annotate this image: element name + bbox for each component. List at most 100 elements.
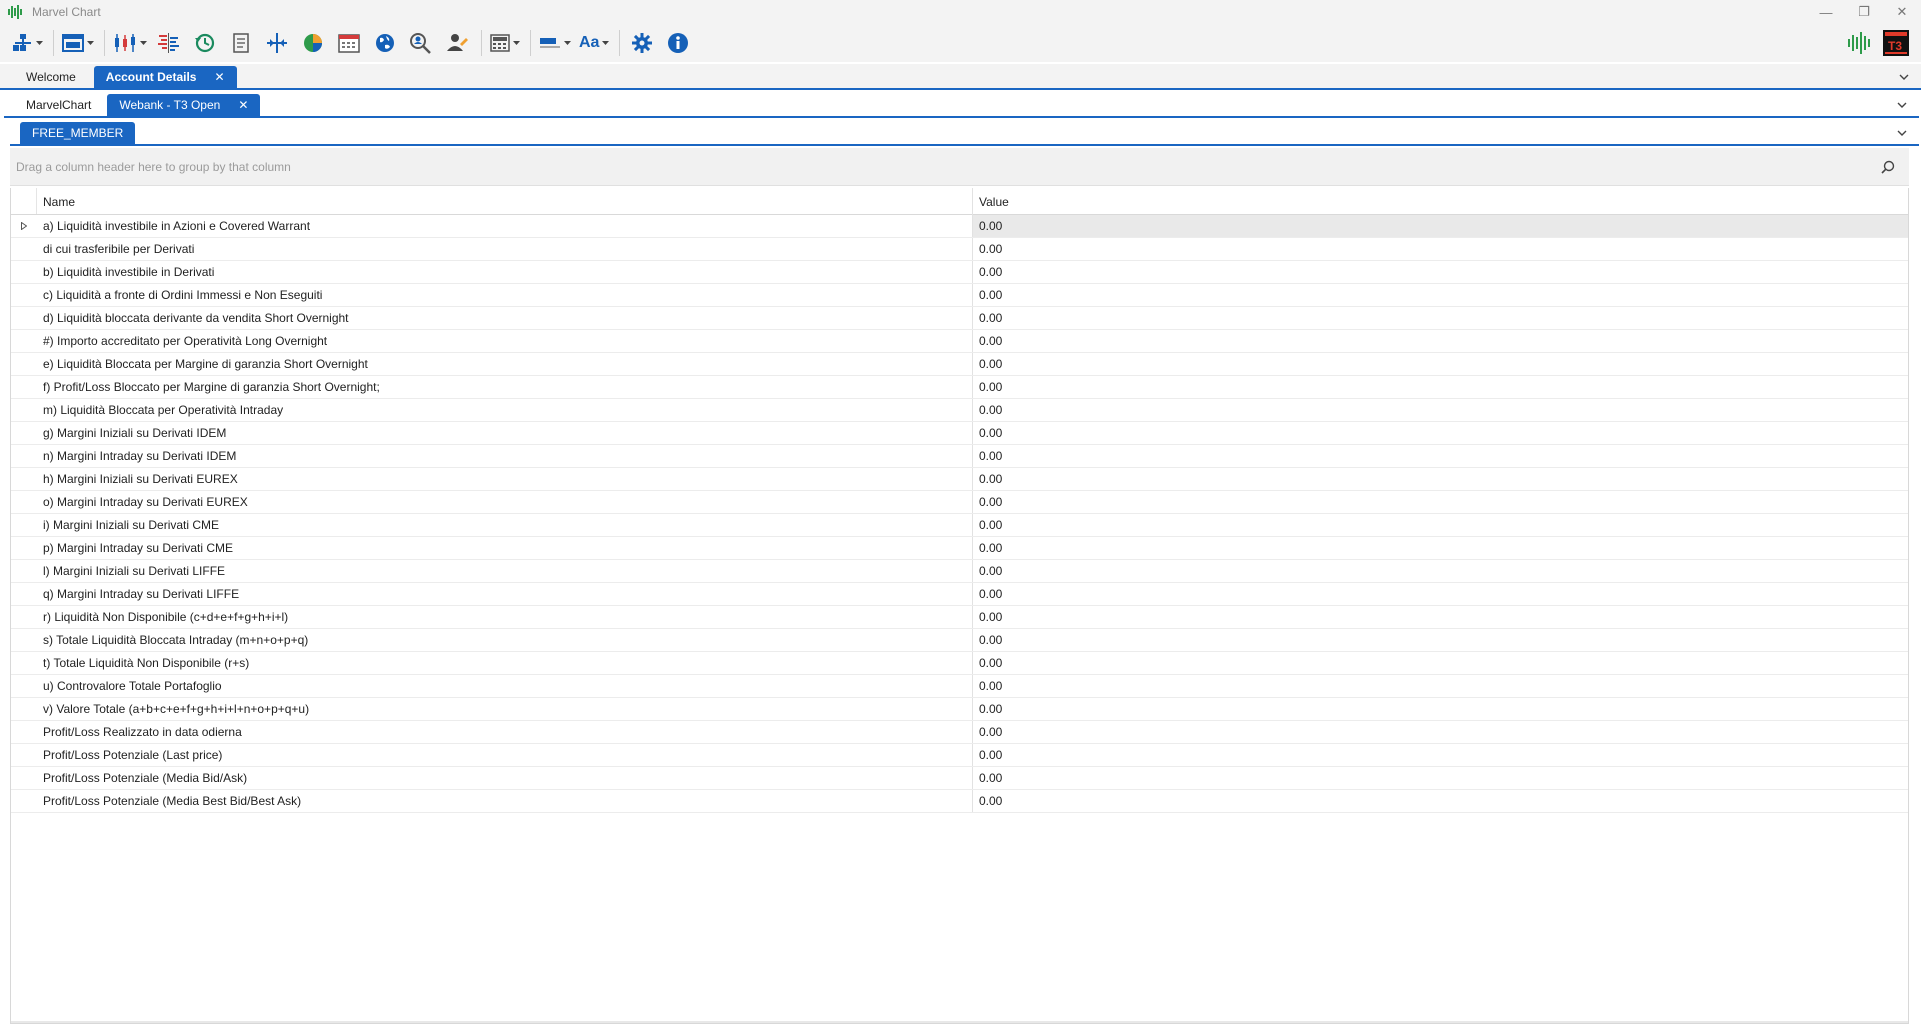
window-layout-button[interactable] [59,27,97,59]
cell-name[interactable]: q) Margini Intraday su Derivati LIFFE [37,583,973,605]
cell-name[interactable]: #) Importo accreditato per Operatività L… [37,330,973,352]
table-row[interactable]: a) Liquidità investibile in Azioni e Cov… [11,215,1908,238]
depth-book-button[interactable] [152,27,186,59]
tab-account-details[interactable]: Account Details ✕ [93,66,237,88]
user-pen-button[interactable] [440,27,474,59]
cell-value[interactable]: 0.00 [973,767,1908,789]
notes-button[interactable] [224,27,258,59]
color-bar-button[interactable] [536,27,574,59]
cell-name[interactable]: t) Totale Liquidità Non Disponibile (r+s… [37,652,973,674]
calculator-button[interactable] [487,27,523,59]
cell-name[interactable]: i) Margini Iniziali su Derivati CME [37,514,973,536]
table-row[interactable]: b) Liquidità investibile in Derivati 0.00 [11,261,1908,284]
chevron-down-icon[interactable] [1897,128,1907,138]
tab-webank-t3-open[interactable]: Webank - T3 Open ✕ [107,94,261,116]
cell-name[interactable]: n) Margini Intraday su Derivati IDEM [37,445,973,467]
tab-free-member[interactable]: FREE_MEMBER [20,122,136,144]
cell-value[interactable]: 0.00 [973,721,1908,743]
cell-name[interactable]: di cui trasferibile per Derivati [37,238,973,260]
table-row[interactable]: #) Importo accreditato per Operatività L… [11,330,1908,353]
cell-value[interactable]: 0.00 [973,422,1908,444]
table-row[interactable]: o) Margini Intraday su Derivati EUREX 0.0… [11,491,1908,514]
table-row[interactable]: r) Liquidità Non Disponibile (c+d+e+f+g+… [11,606,1908,629]
table-row[interactable]: n) Margini Intraday su Derivati IDEM 0.00 [11,445,1908,468]
cell-value[interactable]: 0.00 [973,652,1908,674]
cell-value[interactable]: 0.00 [973,744,1908,766]
cell-name[interactable]: Profit/Loss Realizzato in data odierna [37,721,973,743]
table-row[interactable]: s) Totale Liquidità Bloccata Intraday (m… [11,629,1908,652]
cell-name[interactable]: a) Liquidità investibile in Azioni e Cov… [37,215,973,237]
cell-value[interactable]: 0.00 [973,606,1908,628]
cell-value[interactable]: 0.00 [973,491,1908,513]
table-row[interactable]: v) Valore Totale (a+b+c+e+f+g+h+i+l+n+o+… [11,698,1908,721]
table-row[interactable]: Profit/Loss Potenziale (Last price) 0.00 [11,744,1908,767]
info-button[interactable] [661,27,695,59]
tab-marvelchart[interactable]: MarvelChart [14,94,103,116]
table-row[interactable]: Profit/Loss Potenziale (Media Bid/Ask) 0.… [11,767,1908,790]
cell-value[interactable]: 0.00 [973,307,1908,329]
table-row[interactable]: e) Liquidità Bloccata per Margine di gar… [11,353,1908,376]
pie-chart-button[interactable] [296,27,330,59]
close-icon[interactable]: ✕ [238,98,248,112]
t3-broker-button[interactable]: T3 [1879,27,1913,59]
history-button[interactable] [188,27,222,59]
table-row[interactable]: Profit/Loss Realizzato in data odierna 0.… [11,721,1908,744]
table-row[interactable]: q) Margini Intraday su Derivati LIFFE 0.0… [11,583,1908,606]
table-row[interactable]: d) Liquidità bloccata derivante da vendi… [11,307,1908,330]
globe-button[interactable] [368,27,402,59]
cell-value[interactable]: 0.00 [973,514,1908,536]
chevron-down-icon[interactable] [1899,72,1909,82]
tab-welcome[interactable]: Welcome [14,66,88,88]
close-icon[interactable]: ✕ [1883,0,1921,24]
column-header-name[interactable]: Name [37,188,973,215]
cell-name[interactable]: h) Margini Iniziali su Derivati EUREX [37,468,973,490]
cell-value[interactable]: 0.00 [973,376,1908,398]
cell-value[interactable]: 0.00 [973,537,1908,559]
cell-value[interactable]: 0.00 [973,284,1908,306]
cell-name[interactable]: m) Liquidità Bloccata per Operatività In… [37,399,973,421]
cell-name[interactable]: l) Margini Iniziali su Derivati LIFFE [37,560,973,582]
table-row[interactable]: c) Liquidità a fronte di Ordini Immessi … [11,284,1908,307]
table-row[interactable]: Profit/Loss Potenziale (Media Best Bid/B… [11,790,1908,813]
cell-name[interactable]: Profit/Loss Potenziale (Media Best Bid/B… [37,790,973,812]
cell-name[interactable]: d) Liquidità bloccata derivante da vendi… [37,307,973,329]
cell-name[interactable]: Profit/Loss Potenziale (Media Bid/Ask) [37,767,973,789]
cell-value[interactable]: 0.00 [973,698,1908,720]
search-icon[interactable] [1881,160,1895,174]
restore-icon[interactable]: ❐ [1845,0,1883,24]
cell-name[interactable]: s) Totale Liquidità Bloccata Intraday (m… [37,629,973,651]
cell-name[interactable]: v) Valore Totale (a+b+c+e+f+g+h+i+l+n+o+… [37,698,973,720]
close-icon[interactable]: ✕ [214,70,224,84]
minimize-icon[interactable]: — [1807,0,1845,24]
table-row[interactable]: i) Margini Iniziali su Derivati CME 0.00 [11,514,1908,537]
settings-button[interactable] [625,27,659,59]
cell-value[interactable]: 0.00 [973,215,1908,237]
cell-name[interactable]: b) Liquidità investibile in Derivati [37,261,973,283]
cell-name[interactable]: Profit/Loss Potenziale (Last price) [37,744,973,766]
group-by-panel[interactable]: Drag a column header here to group by th… [10,148,1909,186]
cell-name[interactable]: o) Margini Intraday su Derivati EUREX [37,491,973,513]
cell-name[interactable]: g) Margini Iniziali su Derivati IDEM [37,422,973,444]
cell-name[interactable]: f) Profit/Loss Bloccato per Margine di g… [37,376,973,398]
font-size-button[interactable]: Aa [576,27,612,59]
cell-name[interactable]: c) Liquidità a fronte di Ordini Immessi … [37,284,973,306]
cell-value[interactable]: 0.00 [973,790,1908,812]
table-row[interactable]: p) Margini Intraday su Derivati CME 0.00 [11,537,1908,560]
cell-value[interactable]: 0.00 [973,353,1908,375]
cell-name[interactable]: p) Margini Intraday su Derivati CME [37,537,973,559]
cell-value[interactable]: 0.00 [973,399,1908,421]
calendar-button[interactable] [332,27,366,59]
cell-name[interactable]: r) Liquidità Non Disponibile (c+d+e+f+g+… [37,606,973,628]
table-row[interactable]: di cui trasferibile per Derivati 0.00 [11,238,1908,261]
table-row[interactable]: u) Controvalore Totale Portafoglio 0.00 [11,675,1908,698]
table-row[interactable]: h) Margini Iniziali su Derivati EUREX 0.0… [11,468,1908,491]
workspace-layout-button[interactable] [10,27,46,59]
cell-value[interactable]: 0.00 [973,629,1908,651]
search-person-button[interactable] [404,27,438,59]
cell-value[interactable]: 0.00 [973,560,1908,582]
crosshair-button[interactable] [260,27,294,59]
cell-value[interactable]: 0.00 [973,468,1908,490]
market-pulse-button[interactable] [1843,27,1877,59]
table-row[interactable]: f) Profit/Loss Bloccato per Margine di g… [11,376,1908,399]
table-row[interactable]: m) Liquidità Bloccata per Operatività In… [11,399,1908,422]
